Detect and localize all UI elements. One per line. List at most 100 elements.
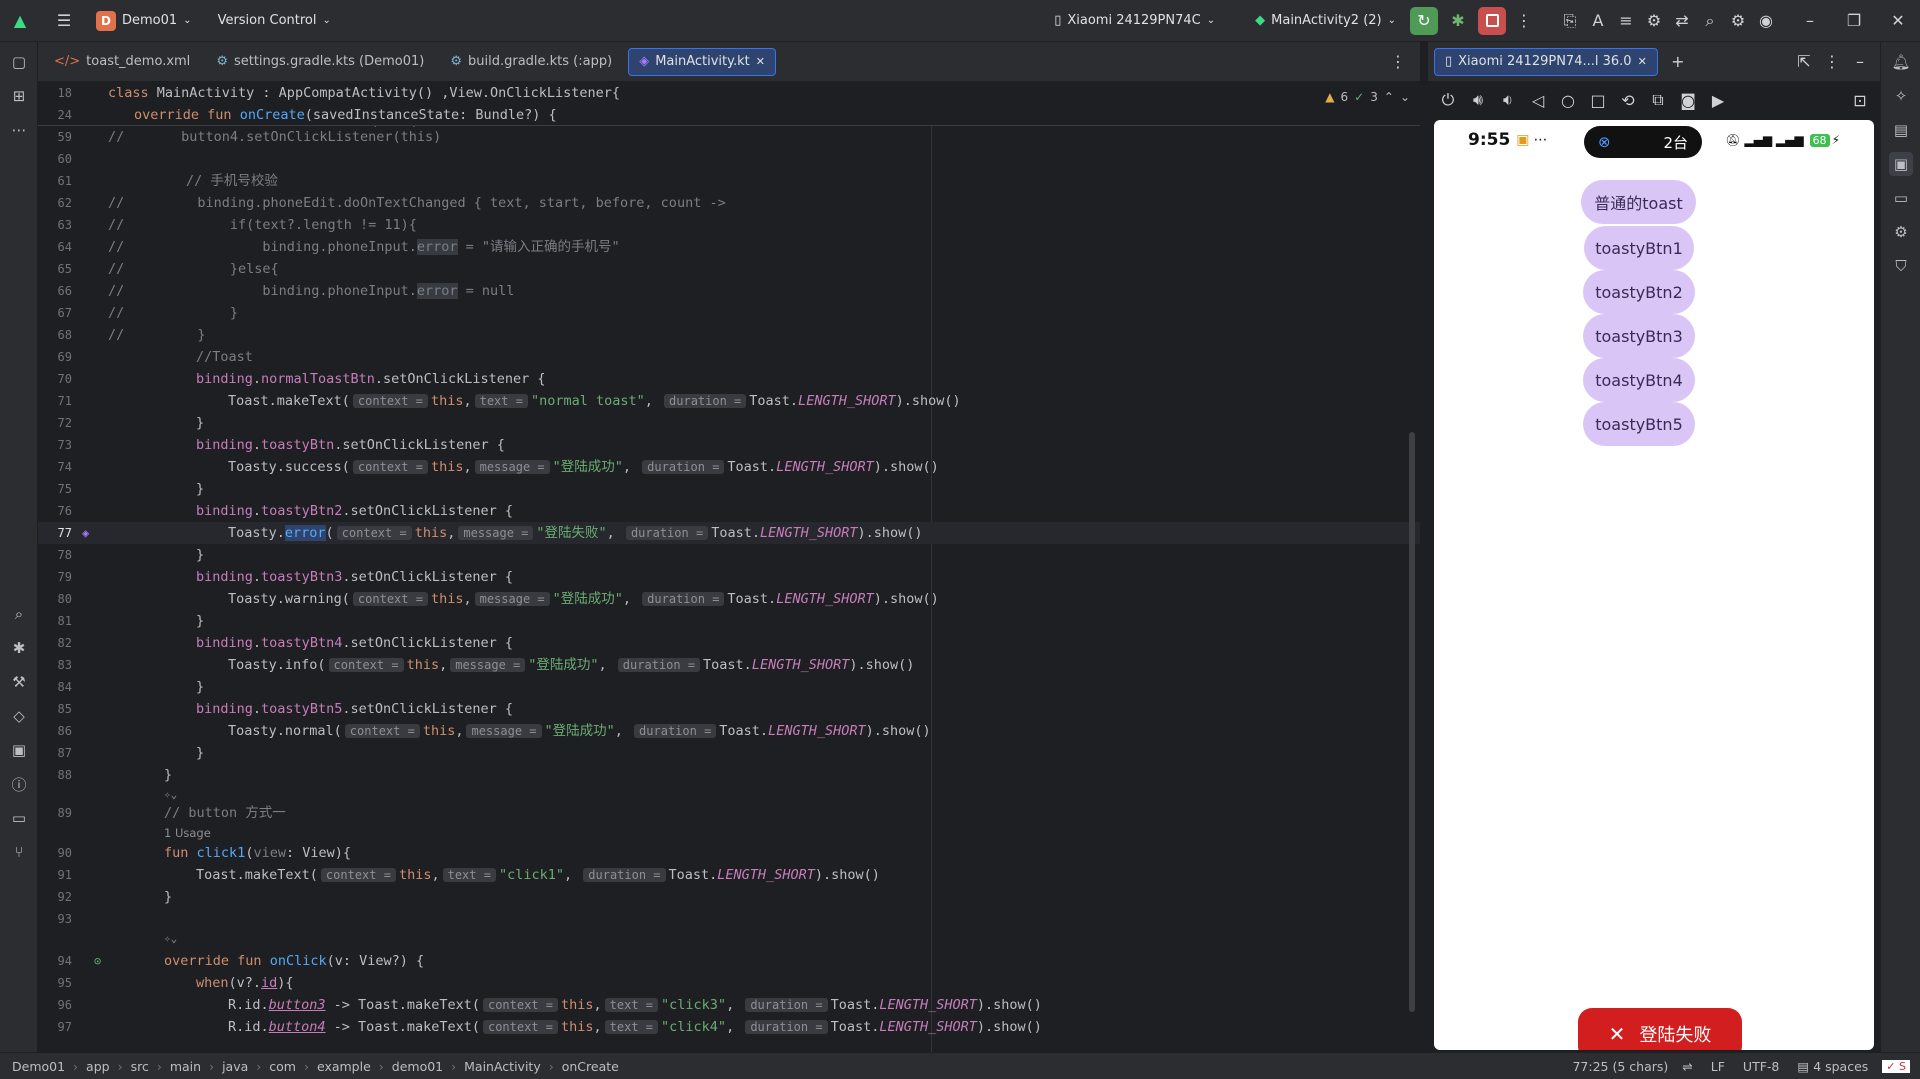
device-mirror-icon[interactable]: ⇄ (1668, 7, 1696, 35)
display-settings-icon[interactable]: ⊡ (1846, 86, 1874, 114)
override-gutter-icon[interactable]: ⊙ (94, 950, 101, 972)
volume-up-icon[interactable]: 🔊︎ (1464, 86, 1492, 114)
breadcrumb-item[interactable]: demo01 (392, 1059, 443, 1074)
vcs-widget-icon[interactable]: ⇌ (1682, 1059, 1692, 1074)
breadcrumb-item[interactable]: main (170, 1059, 201, 1074)
gemini-icon[interactable]: ✧ (1889, 84, 1913, 108)
logcat-icon[interactable]: ▣ (7, 738, 31, 762)
breadcrumb-item[interactable]: app (86, 1059, 110, 1074)
tab-build-gradle[interactable]: ⚙ build.gradle.kts (:app) (440, 48, 622, 76)
translate-icon[interactable]: A (1584, 7, 1612, 35)
structure-icon[interactable]: ⊞ (7, 84, 31, 108)
fold-icon[interactable]: ⧉ (1644, 86, 1672, 114)
more-tools-icon[interactable]: ⋯ (7, 118, 31, 142)
screenshot-camera-icon[interactable]: ◙ (1674, 86, 1702, 114)
signal-icons: 🔕︎ ▂▄▆ ▂▄▆ (1725, 133, 1804, 147)
record-video-icon[interactable]: ▶ (1704, 86, 1732, 114)
debug-icon[interactable]: ✱ (1444, 7, 1472, 35)
tab-toast-demo-xml[interactable]: </> toast_demo.xml (44, 48, 200, 76)
status-bar: Demo01 › app › src › main › java › com › examp… (0, 1052, 1920, 1079)
back-icon[interactable]: ◁ (1524, 86, 1552, 114)
close-tab-icon[interactable]: ✕ (1638, 55, 1647, 68)
chevron-down-icon[interactable]: ⌄ (1400, 90, 1410, 104)
restore-icon[interactable]: ❐ (1840, 7, 1868, 35)
breadcrumb-item[interactable]: java (222, 1059, 248, 1074)
rotate-icon[interactable]: ⟲ (1614, 86, 1642, 114)
shield-icon[interactable]: ⛉ (1889, 254, 1913, 278)
tab-overflow-icon[interactable]: ⋮ (1384, 48, 1412, 76)
home-icon[interactable]: ○ (1554, 86, 1582, 114)
indent-setting[interactable]: 4 spaces (1813, 1059, 1868, 1074)
code-line: //Toast (196, 349, 253, 365)
minimize-icon[interactable]: – (1796, 7, 1824, 35)
device-file-explorer-icon[interactable]: ▤ (1889, 118, 1913, 142)
vcs-selector[interactable]: Version Control ⌄ (218, 0, 331, 42)
toasty-button-5[interactable]: toastyBtn5 (1583, 402, 1695, 446)
chevron-up-icon[interactable]: ⌃ (1384, 90, 1394, 104)
breadcrumb-item[interactable]: MainActivity (464, 1059, 541, 1074)
phone-screen[interactable]: 9:55 ▣ ⋯ ⊗ 2台 🔕︎ ▂▄▆ ▂▄▆ 68 ⚡ 普通的toast t… (1434, 120, 1874, 1050)
code-line: // binding.phoneInput.error = "请输入正确的手机号… (108, 239, 620, 255)
line-number: 82 (57, 636, 72, 650)
debug-tool-icon[interactable]: ✱ (7, 636, 31, 660)
toasty-button-2[interactable]: toastyBtn2 (1583, 270, 1695, 314)
search-icon[interactable]: ⌕ (1696, 7, 1724, 35)
stop-button[interactable] (1478, 6, 1506, 35)
inspection-widget[interactable]: ▲ 6 ✓ 3 ⌃ ⌄ (1325, 90, 1410, 104)
breadcrumb-item[interactable]: src (131, 1059, 149, 1074)
code-line: // 手机号校验 (186, 173, 278, 189)
ai-hint-icon[interactable]: ✧⌄ (164, 928, 177, 950)
close-window-icon[interactable]: ✕ (1884, 7, 1912, 35)
hide-panel-icon[interactable]: – (1846, 48, 1874, 76)
more-actions-icon[interactable]: ⋮ (1510, 7, 1538, 35)
island-text: 2台 (1663, 133, 1688, 152)
main-menu-icon[interactable]: ☰ (50, 7, 78, 35)
tab-settings-gradle[interactable]: ⚙ settings.gradle.kts (Demo01) (206, 48, 434, 76)
problems-icon[interactable]: ⓘ (7, 772, 31, 796)
usage-hint[interactable]: 1 Usage (164, 822, 211, 844)
android-logo-icon: ▲ (13, 11, 27, 30)
gradle-sync-icon[interactable]: ⚙ (1640, 7, 1668, 35)
close-tab-icon[interactable]: ✕ (756, 55, 765, 68)
account-icon[interactable]: ◉ (1752, 7, 1780, 35)
device-selector[interactable]: ▯ Xiaomi 24129PN74C ⌄ (1054, 0, 1215, 42)
caret-position[interactable]: 77:25 (5 chars) (1572, 1059, 1668, 1074)
terminal-icon[interactable]: ▭ (7, 806, 31, 830)
line-separator[interactable]: LF (1711, 1059, 1725, 1074)
toasty-button-4[interactable]: toastyBtn4 (1583, 358, 1695, 402)
add-device-icon[interactable]: + (1664, 48, 1692, 76)
editor-scrollbar[interactable] (1409, 432, 1415, 1012)
breadcrumb-item[interactable]: example (317, 1059, 371, 1074)
build-hammer-icon[interactable]: ⚒ (7, 670, 31, 694)
find-icon[interactable]: ⌕ (7, 602, 31, 626)
power-icon[interactable]: ⏻ (1434, 86, 1462, 114)
code-editor[interactable]: 18 class MainActivity : AppCompatActivity… (38, 82, 1420, 1052)
toasty-button-1[interactable]: toastyBtn1 (1584, 226, 1694, 270)
rerun-button[interactable]: ↻ (1410, 6, 1438, 35)
file-encoding[interactable]: UTF-8 (1743, 1059, 1779, 1074)
sdk-manager-icon[interactable]: ≡ (1612, 7, 1640, 35)
open-external-icon[interactable]: ⇱ (1790, 48, 1818, 76)
run-config-selector[interactable]: ◆ MainActivity2 (2) ⌄ (1255, 0, 1396, 42)
settings-gear-icon[interactable]: ⚙ (1724, 7, 1752, 35)
tab-mainactivity-kt[interactable]: ◈ MainActivity.kt ✕ (628, 47, 776, 76)
volume-down-icon[interactable]: 🔉︎ (1494, 86, 1522, 114)
device-tab[interactable]: ▯ Xiaomi 24129PN74...l 36.0 ✕ (1434, 47, 1658, 76)
breadcrumb-item[interactable]: onCreate (562, 1059, 619, 1074)
app-quality-icon[interactable]: ◇ (7, 704, 31, 728)
project-selector[interactable]: D Demo01 ⌄ (96, 0, 192, 42)
panel-options-icon[interactable]: ⋮ (1818, 48, 1846, 76)
notifications-bell-icon[interactable]: 🔔︎ (1889, 50, 1913, 74)
gradle-tool-icon[interactable]: ⚙ (1889, 220, 1913, 244)
running-devices-icon[interactable]: ▣ (1889, 152, 1913, 176)
overview-icon[interactable]: □ (1584, 86, 1612, 114)
breadcrumb-item[interactable]: com (269, 1059, 296, 1074)
normal-toast-button[interactable]: 普通的toast (1581, 180, 1696, 224)
git-icon[interactable]: ⑂ (7, 840, 31, 864)
device-manager-icon[interactable]: ⎘ (1556, 7, 1584, 35)
breadcrumb-item[interactable]: Demo01 (12, 1059, 65, 1074)
tab-label: build.gradle.kts (:app) (468, 54, 613, 69)
project-folder-icon[interactable]: ▢ (7, 50, 31, 74)
toasty-button-3[interactable]: toastyBtn3 (1583, 314, 1695, 358)
device-manager-icon[interactable]: ▭ (1889, 186, 1913, 210)
